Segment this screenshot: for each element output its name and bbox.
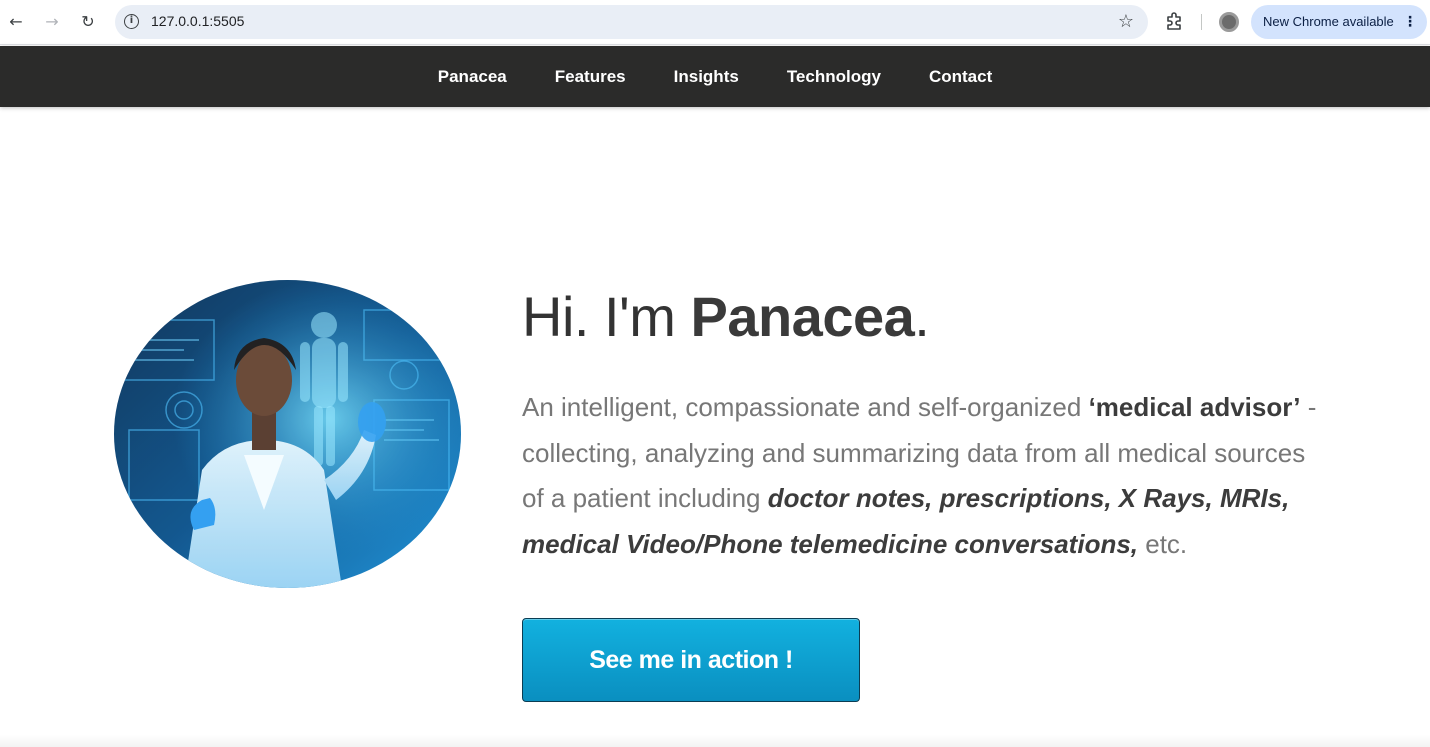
update-chrome-button[interactable]: New Chrome available ⋮ [1251,5,1427,39]
info-icon[interactable]: i [124,14,139,29]
extensions-icon[interactable] [1165,11,1185,31]
browser-toolbar: ← → ↻ i 127.0.0.1:5505 ☆ New Chrome avai… [0,0,1430,45]
nav-item-insights[interactable]: Insights [650,67,763,87]
nav-item-panacea[interactable]: Panacea [414,67,531,87]
toolbar-divider [1201,14,1202,30]
nav-item-technology[interactable]: Technology [763,67,905,87]
update-chrome-label: New Chrome available [1263,14,1394,29]
star-icon[interactable]: ☆ [1118,11,1134,32]
address-bar[interactable]: i 127.0.0.1:5505 ☆ [115,5,1148,39]
hero-description: An intelligent, compassionate and self-o… [522,385,1322,567]
see-me-in-action-button[interactable]: See me in action ! [522,618,860,702]
hero-title: Hi. I'm Panacea. [522,284,930,350]
profile-icon[interactable] [1219,12,1239,32]
hero-doctor-image [114,280,461,588]
hero-title-prefix: Hi. I'm [522,285,691,348]
url-text[interactable]: 127.0.0.1:5505 [151,13,244,29]
hero-desc-part-1: An intelligent, compassionate and self-o… [522,392,1089,422]
section-divider-shadow [0,735,1430,747]
hero-desc-medical-advisor: ‘medical advisor’ [1088,392,1301,422]
hero-desc-part-3: etc. [1138,528,1188,559]
kebab-menu-icon[interactable]: ⋮ [1403,13,1417,31]
back-arrow-icon[interactable]: ← [6,12,26,32]
hero-title-suffix: . [914,285,930,348]
hero-title-name: Panacea [690,285,915,348]
nav-item-features[interactable]: Features [531,67,650,87]
forward-arrow-icon[interactable]: → [42,12,62,32]
reload-icon[interactable]: ↻ [78,12,98,32]
site-navbar: Panacea Features Insights Technology Con… [0,46,1430,107]
nav-item-contact[interactable]: Contact [905,67,1016,87]
